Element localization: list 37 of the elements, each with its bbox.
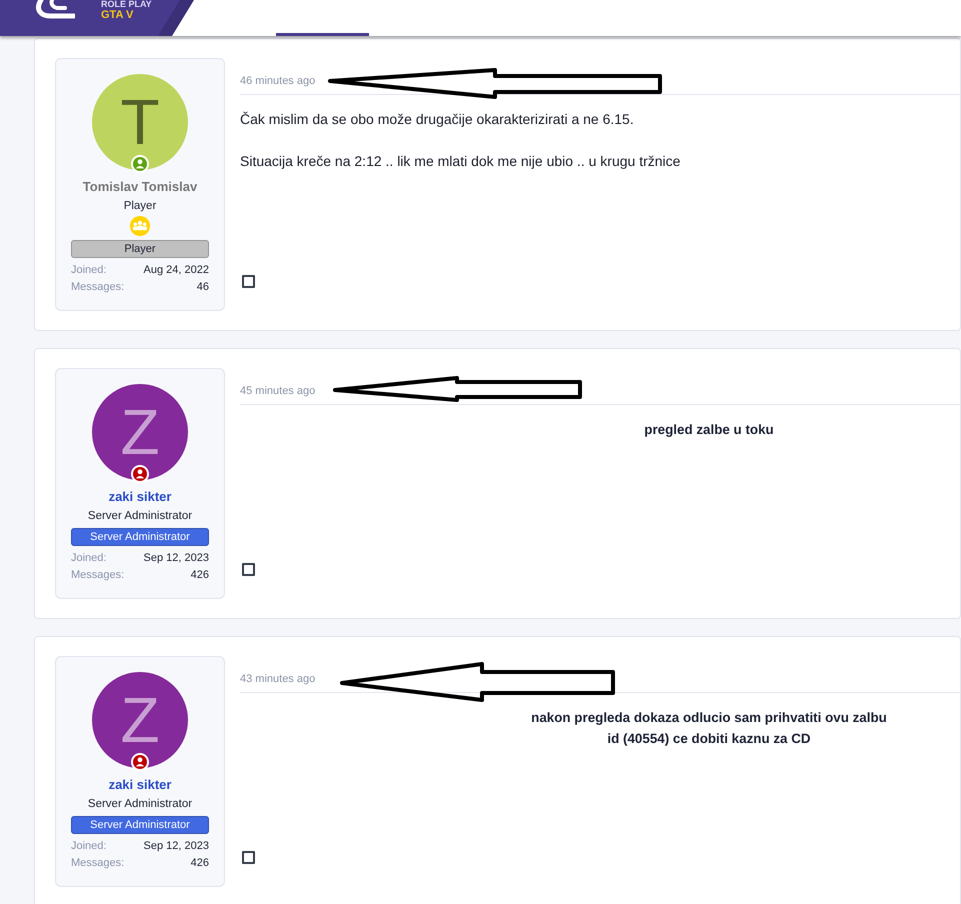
checkbox[interactable] [242,275,255,288]
stat-value: Aug 24, 2022 [144,264,209,276]
post-text: Čak mislim da se obo može drugačije okarakterizirati a ne 6.15. [240,110,634,129]
stat-label: Messages: [71,280,124,292]
stat-value: Sep 12, 2023 [144,840,209,852]
stat-label: Joined: [71,552,106,564]
user-banner: Player [71,240,209,258]
stat-label: Joined: [71,264,106,276]
stat-label: Messages: [71,568,124,580]
post-text: nakon pregleda dokaza odlucio sam prihvatiti ovu zalbu id (40554) ce dobiti kaznu za CD [531,709,887,748]
checkbox[interactable] [242,851,255,864]
logo-icon[interactable] [35,0,75,19]
stat-value: 46 [196,280,209,292]
user-title: Server Administrator [88,797,192,812]
brand-text: ROLE PLAY [101,0,152,9]
stat-value: 426 [190,856,209,868]
post-timestamp[interactable]: 43 minutes ago [240,671,316,687]
post-text: pregled zalbe u toku [644,421,774,439]
post-text: Situacija kreče na 2:12 .. lik me mlati dok me nije ubio .. u krugu tržnice [240,152,680,171]
username-link[interactable]: Tomislav Tomislav [82,178,198,196]
stat-label: Messages: [71,856,124,868]
checkbox[interactable] [242,563,255,576]
user-title: Player [124,199,156,214]
stat-label: Joined: [71,840,106,852]
username-link[interactable]: zaki sikter [108,488,172,506]
post-timestamp[interactable]: 46 minutes ago [240,73,316,89]
user-banner: Server Administrator [71,816,209,834]
user-banner: Server Administrator [71,528,209,546]
avatar[interactable]: T [92,74,188,170]
avatar[interactable]: Z [92,384,188,480]
avatar[interactable]: Z [92,672,188,768]
user-title: Server Administrator [88,509,192,524]
stat-value: Sep 12, 2023 [144,552,209,564]
stat-value: 426 [190,568,209,580]
username-link[interactable]: zaki sikter [108,776,172,794]
brand-text: GTA V [101,9,134,21]
post-timestamp[interactable]: 45 minutes ago [240,383,316,399]
